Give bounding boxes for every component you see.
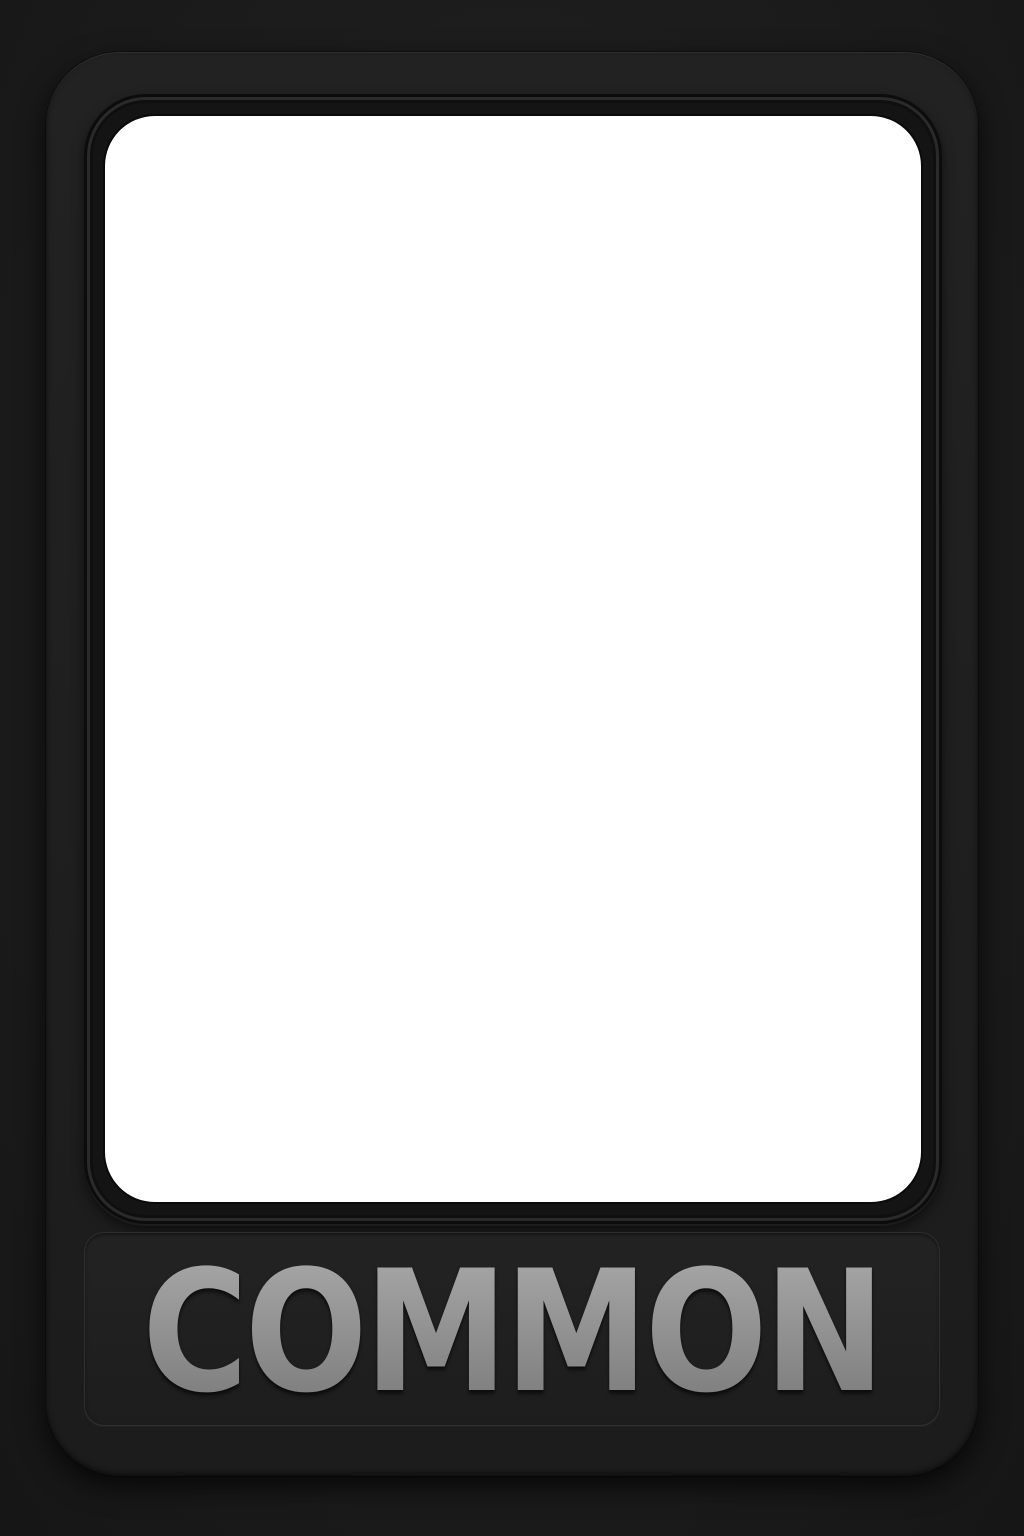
rarity-plate: COMMON bbox=[84, 1232, 940, 1426]
card-frame: COMMON bbox=[46, 52, 978, 1476]
card-art-area bbox=[105, 116, 921, 1202]
rarity-label: COMMON bbox=[142, 1234, 885, 1430]
card-template-page: COMMON bbox=[0, 0, 1024, 1536]
